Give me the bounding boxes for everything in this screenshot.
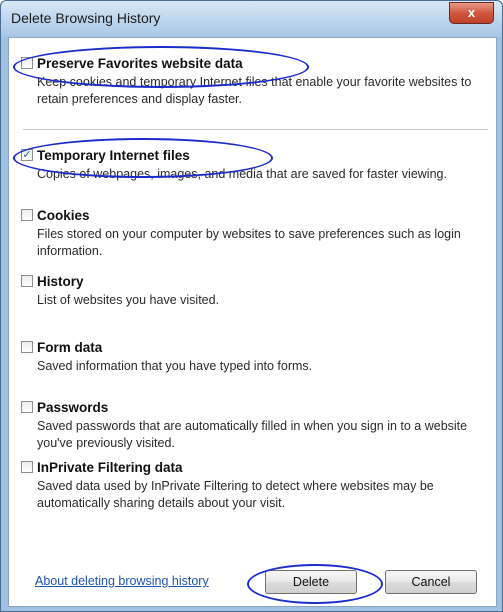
- close-button[interactable]: x: [449, 2, 494, 24]
- about-deleting-history-link[interactable]: About deleting browsing history: [35, 574, 209, 588]
- dialog-body: Preserve Favorites website data Keep coo…: [8, 37, 497, 607]
- temporary-internet-files-label: Temporary Internet files: [37, 148, 190, 163]
- form-data-description: Saved information that you have typed in…: [37, 359, 313, 373]
- cookies-description: Files stored on your computer by website…: [37, 227, 461, 258]
- temporary-internet-files-checkbox[interactable]: ✓: [21, 149, 33, 161]
- form-data-label: Form data: [37, 340, 103, 355]
- cancel-button[interactable]: Cancel: [385, 570, 477, 594]
- inprivate-filtering-description: Saved data used by InPrivate Filtering t…: [37, 479, 434, 510]
- history-checkbox[interactable]: [21, 275, 33, 287]
- inprivate-filtering-checkbox[interactable]: [21, 461, 33, 473]
- passwords-checkbox[interactable]: [21, 401, 33, 413]
- cookies-label: Cookies: [37, 208, 90, 223]
- title-bar: Delete Browsing History x: [1, 1, 502, 37]
- window-title: Delete Browsing History: [11, 10, 161, 26]
- history-description: List of websites you have visited.: [37, 293, 220, 307]
- preserve-favorites-label: Preserve Favorites website data: [37, 56, 243, 71]
- form-data-checkbox[interactable]: [21, 341, 33, 353]
- delete-browsing-history-dialog: Delete Browsing History x Preserve Favor…: [0, 0, 503, 612]
- delete-button[interactable]: Delete: [265, 570, 357, 594]
- passwords-description: Saved passwords that are automatically f…: [37, 419, 468, 450]
- passwords-label: Passwords: [37, 400, 109, 415]
- preserve-favorites-description: Keep cookies and temporary Internet file…: [37, 75, 472, 106]
- option-cookies: Cookies Files stored on your computer by…: [21, 208, 487, 260]
- option-history: History List of websites you have visite…: [21, 274, 487, 309]
- option-preserve-favorites: Preserve Favorites website data Keep coo…: [21, 56, 487, 108]
- history-label: History: [37, 274, 84, 289]
- option-form-data: Form data Saved information that you hav…: [21, 340, 487, 375]
- temporary-internet-files-description: Copies of webpages, images, and media th…: [37, 167, 447, 181]
- inprivate-filtering-label: InPrivate Filtering data: [37, 460, 183, 475]
- preserve-favorites-checkbox[interactable]: [21, 57, 33, 69]
- cookies-checkbox[interactable]: [21, 209, 33, 221]
- divider: [23, 129, 488, 130]
- option-passwords: Passwords Saved passwords that are autom…: [21, 400, 487, 452]
- option-temporary-internet-files: ✓ Temporary Internet files Copies of web…: [21, 148, 487, 183]
- option-inprivate-filtering: InPrivate Filtering data Saved data used…: [21, 460, 487, 512]
